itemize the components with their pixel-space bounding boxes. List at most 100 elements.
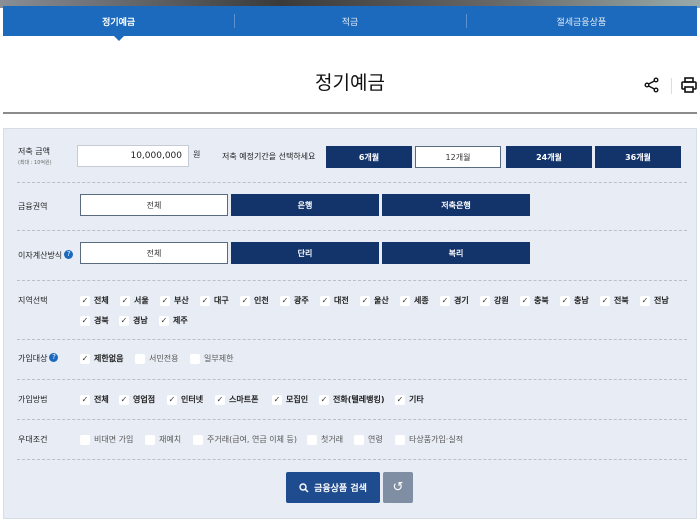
- checkbox-label: 일부제한: [204, 354, 234, 363]
- method-checkbox[interactable]: ✓ 기타: [395, 394, 424, 405]
- benefit-checkbox[interactable]: 첫거래: [307, 434, 343, 445]
- target-checkbox[interactable]: 일부제한: [190, 353, 233, 364]
- row-sector: 금융권역 전체 은행 저축은행: [17, 183, 687, 231]
- benefit-checkbox[interactable]: 재예치: [145, 434, 181, 445]
- method-checkbox[interactable]: ✓ 인터넷: [167, 394, 203, 405]
- page-title: 정기예금: [315, 72, 385, 94]
- print-icon[interactable]: [680, 76, 698, 94]
- checkmark-icon: ✓: [200, 295, 210, 306]
- checkmark-icon: ✓: [167, 394, 177, 405]
- interest-option-button[interactable]: 전체: [80, 242, 228, 264]
- region-checkbox[interactable]: ✓ 울산: [360, 295, 389, 306]
- row-interest: 이자계산방식? 전체 단리 복리: [17, 231, 687, 281]
- checkmark-icon: ✓: [159, 315, 169, 326]
- checkbox-label: 충남: [574, 296, 589, 305]
- sector-option-button[interactable]: 전체: [80, 194, 228, 216]
- region-checkbox[interactable]: ✓ 서울: [120, 295, 149, 306]
- benefit-checkbox[interactable]: 타상품가입·실적: [395, 434, 463, 445]
- benefit-checkbox[interactable]: 비대면 가입: [80, 434, 133, 445]
- checkbox-label: 인천: [254, 296, 269, 305]
- row-method: 가입방법 ✓ 전체 ✓ 영업점 ✓ 인터넷 ✓ 스마트폰 ✓ 모집인 ✓ 전화(텔레뱅킹) ✓ 기타: [17, 380, 687, 420]
- region-checkbox[interactable]: ✓ 부산: [160, 295, 189, 306]
- period-option-button[interactable]: 24개월: [506, 146, 592, 168]
- region-checkbox[interactable]: ✓ 경남: [119, 315, 148, 326]
- checkbox-label: 영업점: [133, 395, 156, 404]
- region-checkbox[interactable]: ✓ 세종: [400, 295, 429, 306]
- row-amount: 저축 금액 (최대 : 10억원) 원 저축 예정기간을 선택하세요 6개월12…: [17, 129, 687, 183]
- interest-option-button[interactable]: 복리: [382, 242, 530, 264]
- checkbox-label: 전체: [94, 296, 109, 305]
- method-checkbox[interactable]: ✓ 전체: [80, 394, 109, 405]
- period-option-button[interactable]: 36개월: [595, 146, 681, 168]
- benefit-checkbox[interactable]: 주거래(급여, 연금 이체 등): [193, 434, 297, 445]
- region-checkbox[interactable]: ✓ 전북: [600, 295, 629, 306]
- checkbox-label: 기타: [409, 395, 424, 404]
- checkbox-label: 재예치: [159, 435, 182, 444]
- region-checkbox[interactable]: ✓ 경기: [440, 295, 469, 306]
- region-checkbox[interactable]: ✓ 광주: [280, 295, 309, 306]
- checkbox-empty: [145, 434, 155, 445]
- checkbox-label: 서민전용: [149, 354, 179, 363]
- region-checkbox[interactable]: ✓ 강원: [480, 295, 509, 306]
- method-checkbox[interactable]: ✓ 모집인: [272, 394, 308, 405]
- amount-input[interactable]: [77, 145, 189, 167]
- checkbox-empty: [395, 434, 405, 445]
- region-label: 지역선택: [18, 296, 48, 305]
- share-icon[interactable]: [643, 76, 661, 94]
- checkbox-label: 경기: [454, 296, 469, 305]
- product-tabs: 정기예금 적금 절세금융상품: [3, 6, 697, 41]
- sector-option-button[interactable]: 저축은행: [382, 194, 530, 216]
- checkmark-icon: ✓: [272, 394, 282, 405]
- checkbox-label: 세종: [414, 296, 429, 305]
- period-option-button[interactable]: 12개월: [415, 146, 501, 168]
- benefit-label: 우대조건: [18, 435, 48, 444]
- question-icon[interactable]: ?: [49, 353, 59, 362]
- target-checkbox[interactable]: ✓ 제한없음: [80, 353, 123, 364]
- region-checkbox[interactable]: ✓ 대전: [320, 295, 349, 306]
- region-checkbox[interactable]: ✓ 전남: [640, 295, 669, 306]
- method-checkbox[interactable]: ✓ 스마트폰: [215, 394, 258, 405]
- method-checkbox[interactable]: ✓ 영업점: [119, 394, 155, 405]
- reset-button[interactable]: ↺: [383, 472, 413, 503]
- checkbox-label: 첫거래: [321, 435, 344, 444]
- checkmark-icon: ✓: [119, 315, 129, 326]
- region-checkbox[interactable]: ✓ 인천: [240, 295, 269, 306]
- search-icon: [299, 482, 309, 493]
- tab-tax-saving[interactable]: 절세금융상품: [465, 6, 697, 36]
- search-button[interactable]: 금융상품 검색: [286, 472, 380, 503]
- row-target: 가입대상? ✓ 제한없음 서민전용 일부제한: [17, 340, 687, 380]
- tab-savings[interactable]: 적금: [234, 6, 465, 36]
- benefit-checkbox[interactable]: 연령: [354, 434, 383, 445]
- checkbox-label: 전체: [94, 395, 109, 404]
- checkmark-icon: ✓: [119, 394, 129, 405]
- checkbox-empty: [354, 434, 364, 445]
- checkbox-empty: [190, 353, 200, 364]
- checkbox-label: 주거래(급여, 연금 이체 등): [207, 435, 298, 444]
- amount-label: 저축 금액: [18, 147, 50, 156]
- interest-option-button[interactable]: 단리: [231, 242, 379, 264]
- region-checkbox[interactable]: ✓ 경북: [80, 315, 109, 326]
- tab-deposit[interactable]: 정기예금: [3, 6, 234, 41]
- region-checkbox[interactable]: ✓ 제주: [159, 315, 188, 326]
- checkbox-label: 서울: [134, 296, 149, 305]
- region-checkbox[interactable]: ✓ 충남: [560, 295, 589, 306]
- checkbox-label: 울산: [374, 296, 389, 305]
- checkbox-empty: [135, 353, 145, 364]
- region-checkbox[interactable]: ✓ 충북: [520, 295, 549, 306]
- checkbox-label: 광주: [294, 296, 309, 305]
- checkmark-icon: ✓: [640, 295, 650, 306]
- checkmark-icon: ✓: [120, 295, 130, 306]
- method-checkbox[interactable]: ✓ 전화(텔레뱅킹): [319, 394, 384, 405]
- sector-option-button[interactable]: 은행: [231, 194, 379, 216]
- question-icon[interactable]: ?: [64, 250, 74, 259]
- checkmark-icon: ✓: [160, 295, 170, 306]
- checkmark-icon: ✓: [360, 295, 370, 306]
- region-checkbox[interactable]: ✓ 대구: [200, 295, 229, 306]
- target-checkbox[interactable]: 서민전용: [135, 353, 178, 364]
- checkbox-empty: [193, 434, 203, 445]
- row-benefit: 우대조건 비대면 가입 재예치 주거래(급여, 연금 이체 등) 첫거래 연령 타상품가입…: [17, 420, 687, 460]
- period-option-button[interactable]: 6개월: [326, 146, 412, 168]
- region-checkbox[interactable]: ✓ 전체: [80, 295, 109, 306]
- checkbox-label: 인터넷: [181, 395, 204, 404]
- checkmark-icon: ✓: [560, 295, 570, 306]
